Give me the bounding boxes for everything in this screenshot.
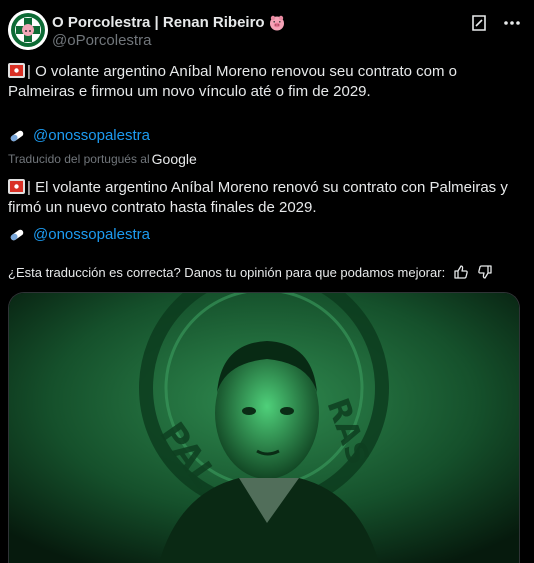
display-name[interactable]: O Porcolestra | Renan Ribeiro bbox=[52, 14, 265, 31]
translation-feedback: ¿Esta traducción es correcta? Danos tu o… bbox=[8, 264, 493, 280]
post-media-image[interactable]: PAL RAS bbox=[8, 292, 520, 563]
feedback-prompt: ¿Esta traducción es correcta? Danos tu o… bbox=[8, 264, 446, 280]
original-mention: @onossopalestra bbox=[8, 127, 150, 144]
avatar[interactable] bbox=[8, 10, 48, 50]
red-flag-emoji bbox=[8, 179, 25, 194]
google-logo[interactable]: Google bbox=[152, 151, 197, 167]
pill-emoji bbox=[10, 229, 24, 240]
thumbs-down-icon[interactable] bbox=[477, 264, 493, 280]
mention-link[interactable]: @onossopalestra bbox=[33, 127, 150, 144]
original-text: | O volante argentino Aníbal Moreno reno… bbox=[8, 63, 457, 100]
handle[interactable]: @oPorcolestra bbox=[52, 32, 151, 49]
translated-text: | El volante argentino Aníbal Moreno ren… bbox=[8, 179, 508, 216]
post-original-text: | O volante argentino Aníbal Moreno reno… bbox=[8, 62, 526, 102]
translation-notice: Traducido del portugués al Google bbox=[8, 151, 197, 167]
translation-label: Traducido del portugués al bbox=[8, 152, 150, 166]
post-translated-text: | El volante argentino Aníbal Moreno ren… bbox=[8, 178, 526, 218]
mention-link[interactable]: @onossopalestra bbox=[33, 226, 150, 243]
post-header: O Porcolestra | Renan Ribeiro @oPorcoles… bbox=[8, 8, 526, 52]
translated-mention: @onossopalestra bbox=[8, 226, 150, 243]
more-dots-icon[interactable] bbox=[502, 14, 522, 32]
grok-icon[interactable] bbox=[470, 14, 488, 32]
red-flag-emoji bbox=[8, 63, 25, 78]
pill-emoji bbox=[10, 130, 24, 141]
thumbs-up-icon[interactable] bbox=[453, 264, 469, 280]
pig-face-icon bbox=[269, 15, 284, 30]
